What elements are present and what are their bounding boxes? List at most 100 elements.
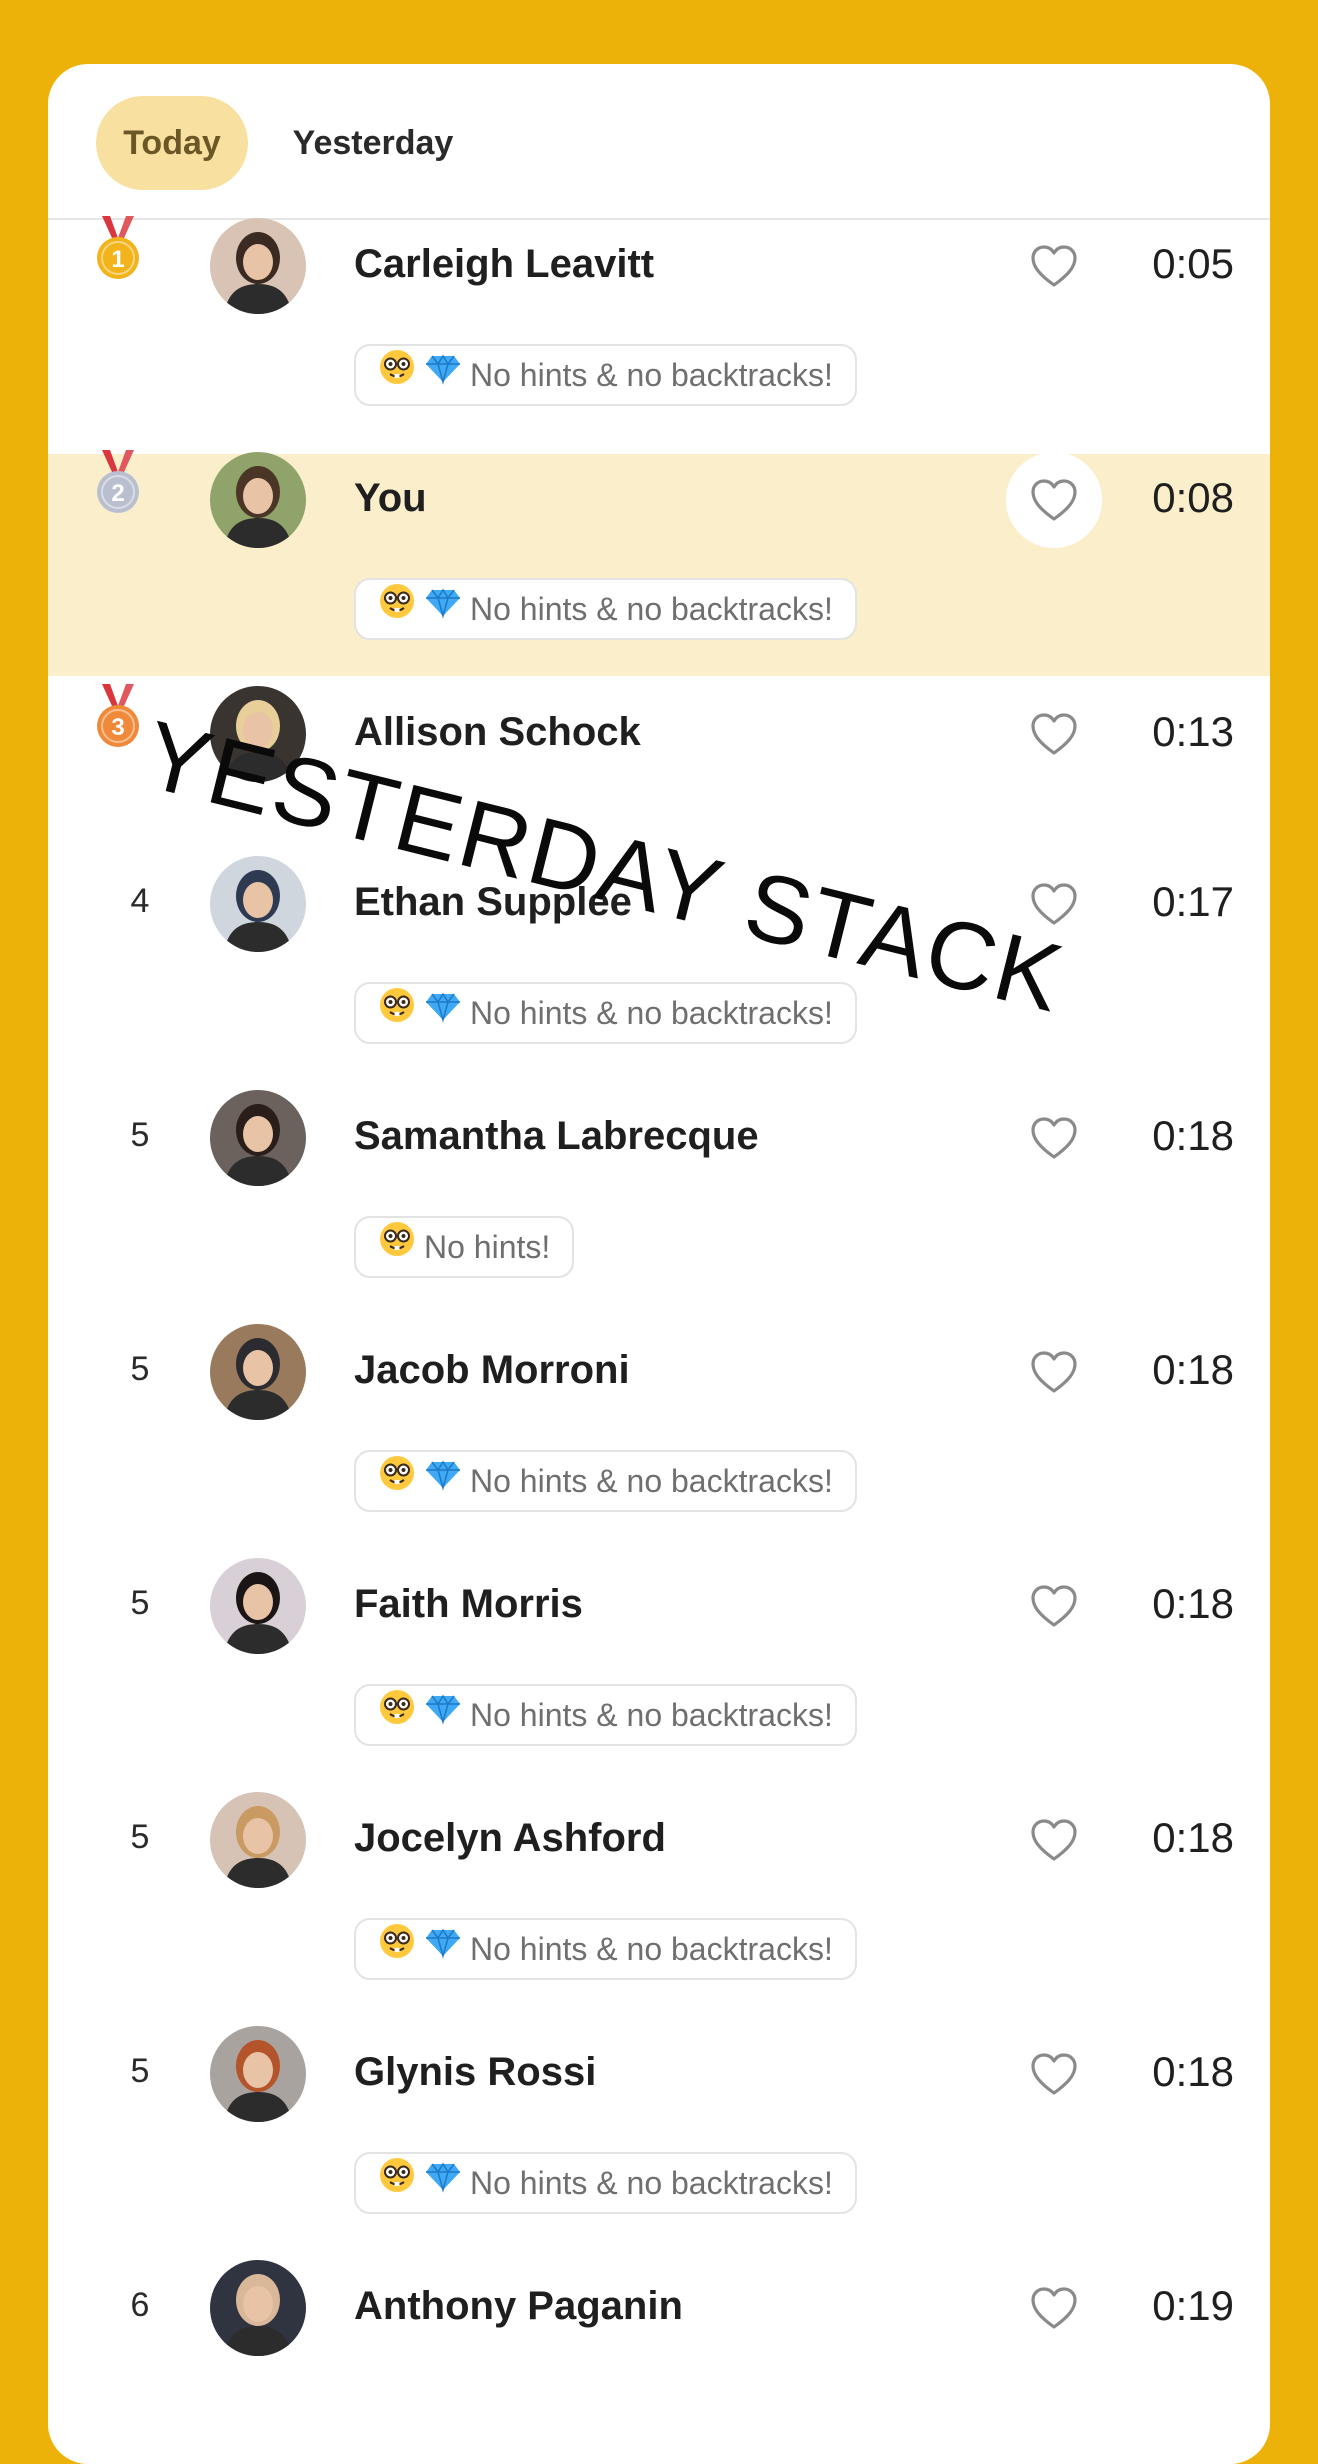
leaderboard-row[interactable]: 3 Allison Schock 0:13 [48,684,1270,858]
achievement-badge-label: No hints & no backtracks! [470,1931,833,1967]
gem-stone-icon [424,346,462,404]
silver-medal-icon: 2 [90,450,146,516]
like-button[interactable] [1006,1324,1102,1420]
rank-number: 4 [130,882,150,920]
leaderboard-row[interactable]: 6 Anthony Paganin 0:19 [48,2260,1270,2464]
achievement-badge: No hints & no backtracks! [354,2152,857,2214]
player-name[interactable]: Samantha Labrecque [354,1114,759,1159]
rank-number: 5 [130,2052,150,2090]
solve-time: 0:18 [1152,1580,1234,1627]
heart-outline-icon [1031,479,1077,521]
solve-time: 0:17 [1152,878,1234,925]
leaderboard-row[interactable]: 5 Samantha Labrecque 0:18 No hints! [48,1090,1270,1326]
leaderboard-card: Today Yesterday 1 Carleigh Leavitt 0:05 No … [48,64,1270,2464]
achievement-badge-label: No hints & no backtracks! [470,591,833,627]
nerd-face-icon [378,1452,416,1510]
achievement-badge-label: No hints & no backtracks! [470,357,833,393]
solve-time: 0:18 [1152,1346,1234,1393]
nerd-face-icon [378,1686,416,1744]
player-name[interactable]: Ethan Supplee [354,880,632,925]
like-button[interactable] [1006,2026,1102,2122]
leaderboard-row[interactable]: 4 Ethan Supplee 0:17 No hints & no backtrac… [48,856,1270,1092]
gem-stone-icon [424,984,462,1042]
heart-outline-icon [1031,883,1077,925]
gold-medal-icon: 1 [90,216,146,282]
achievement-badge: No hints & no backtracks! [354,1918,857,1980]
achievement-badge: No hints & no backtracks! [354,1450,857,1512]
avatar[interactable] [210,452,306,548]
avatar[interactable] [210,856,306,952]
heart-outline-icon [1031,1351,1077,1393]
achievement-badge: No hints & no backtracks! [354,982,857,1044]
nerd-face-icon [378,1218,416,1276]
player-name[interactable]: You [354,476,427,521]
like-button[interactable] [1006,452,1102,548]
rank-number: 5 [130,1350,150,1388]
nerd-face-icon [378,580,416,638]
nerd-face-icon [378,984,416,1042]
player-name[interactable]: Allison Schock [354,710,641,755]
svg-text:2: 2 [111,480,124,507]
player-name[interactable]: Glynis Rossi [354,2050,596,2095]
heart-outline-icon [1031,245,1077,287]
like-button[interactable] [1006,218,1102,314]
achievement-badge: No hints & no backtracks! [354,344,857,406]
avatar[interactable] [210,1792,306,1888]
achievement-badge: No hints & no backtracks! [354,1684,857,1746]
like-button[interactable] [1006,686,1102,782]
svg-text:3: 3 [111,714,124,741]
leaderboard-row[interactable]: 5 Jacob Morroni 0:18 No hints & no backtrac… [48,1324,1270,1560]
achievement-badge: No hints! [354,1216,575,1278]
achievement-badge-label: No hints & no backtracks! [470,995,833,1031]
avatar[interactable] [210,2260,306,2356]
like-button[interactable] [1006,856,1102,952]
solve-time: 0:08 [1152,474,1234,521]
achievement-badge-label: No hints & no backtracks! [470,2165,833,2201]
avatar[interactable] [210,1558,306,1654]
svg-text:1: 1 [111,246,124,273]
player-name[interactable]: Carleigh Leavitt [354,242,654,287]
avatar[interactable] [210,1090,306,1186]
player-name[interactable]: Faith Morris [354,1582,583,1627]
leaderboard-row[interactable]: 5 Jocelyn Ashford 0:18 No hints & no backtr… [48,1792,1270,2028]
bronze-medal-icon: 3 [90,684,146,750]
player-name[interactable]: Anthony Paganin [354,2284,683,2329]
solve-time: 0:18 [1152,1112,1234,1159]
like-button[interactable] [1006,1558,1102,1654]
solve-time: 0:05 [1152,240,1234,287]
tab-bar: Today Yesterday [48,64,1270,220]
heart-outline-icon [1031,1117,1077,1159]
leaderboard-row-you[interactable]: 2 You 0:08 No hints & no backtracks! [48,450,1270,676]
avatar[interactable] [210,2026,306,2122]
player-name[interactable]: Jacob Morroni [354,1348,630,1393]
heart-outline-icon [1031,713,1077,755]
player-name[interactable]: Jocelyn Ashford [354,1816,666,1861]
like-button[interactable] [1006,1792,1102,1888]
rank-number: 6 [130,2286,150,2324]
solve-time: 0:18 [1152,1814,1234,1861]
like-button[interactable] [1006,1090,1102,1186]
leaderboard-row[interactable]: 5 Glynis Rossi 0:18 No hints & no backtrack… [48,2026,1270,2262]
nerd-face-icon [378,2154,416,2212]
nerd-face-icon [378,1920,416,1978]
achievement-badge-label: No hints & no backtracks! [470,1463,833,1499]
rank-number: 5 [130,1584,150,1622]
achievement-badge: No hints & no backtracks! [354,578,857,640]
solve-time: 0:13 [1152,708,1234,755]
gem-stone-icon [424,1686,462,1744]
heart-outline-icon [1031,2053,1077,2095]
avatar[interactable] [210,1324,306,1420]
tab-today[interactable]: Today [96,96,248,190]
leaderboard-row[interactable]: 1 Carleigh Leavitt 0:05 No hints & no backt… [48,216,1270,454]
nerd-face-icon [378,346,416,404]
leaderboard-row[interactable]: 5 Faith Morris 0:18 No hints & no backtrack… [48,1558,1270,1794]
achievement-badge-label: No hints & no backtracks! [470,1697,833,1733]
avatar[interactable] [210,218,306,314]
gem-stone-icon [424,1920,462,1978]
status-bar-remnant [0,0,1318,12]
heart-outline-icon [1031,1585,1077,1627]
tab-yesterday[interactable]: Yesterday [278,96,468,190]
like-button[interactable] [1006,2260,1102,2356]
avatar[interactable] [210,686,306,782]
gem-stone-icon [424,580,462,638]
